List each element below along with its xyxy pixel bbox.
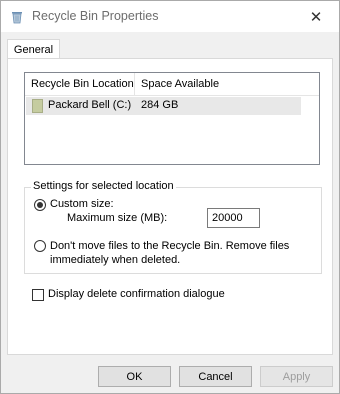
drive-icon [32,99,43,113]
window-title: Recycle Bin Properties [32,9,159,23]
dont-move-radio[interactable] [34,240,46,252]
column-header-space[interactable]: Space Available [135,73,319,95]
custom-size-radio[interactable] [34,199,46,211]
column-header-location-label: Recycle Bin Location [31,78,134,90]
settings-group-label: Settings for selected location [31,180,176,192]
custom-size-label[interactable]: Custom size: [50,198,114,210]
tab-general[interactable]: General [7,39,60,60]
settings-group: Settings for selected location Custom si… [24,180,322,274]
close-icon: ✕ [309,8,323,26]
list-header: Recycle Bin Location Space Available [25,73,319,96]
title-bar: Recycle Bin Properties ✕ [1,1,339,32]
apply-button[interactable]: Apply [260,366,333,387]
tab-general-label: General [13,44,54,56]
list-item[interactable]: Packard Bell (C:) 284 GB [26,97,301,115]
close-button[interactable]: ✕ [293,1,339,32]
space-available: 284 GB [141,99,179,111]
dont-move-label[interactable]: Don't move files to the Recycle Bin. Rem… [50,239,315,267]
delete-confirmation-checkbox[interactable] [32,289,44,301]
recycle-bin-properties-dialog: Recycle Bin Properties ✕ General Recycle… [0,0,340,394]
column-header-location[interactable]: Recycle Bin Location [25,73,135,95]
general-tab-panel: Recycle Bin Location Space Available Pac… [7,58,333,355]
delete-confirmation-label[interactable]: Display delete confirmation dialogue [48,288,225,300]
recycle-bin-location-list[interactable]: Recycle Bin Location Space Available Pac… [24,72,320,165]
column-header-space-label: Space Available [141,78,220,90]
cancel-button[interactable]: Cancel [179,366,252,387]
maximum-size-label: Maximum size (MB): [67,212,168,224]
maximum-size-input[interactable] [207,208,260,228]
tab-strip: General [1,32,339,60]
location-name: Packard Bell (C:) [48,99,132,111]
recycle-bin-icon [12,12,22,24]
ok-button[interactable]: OK [98,366,171,387]
